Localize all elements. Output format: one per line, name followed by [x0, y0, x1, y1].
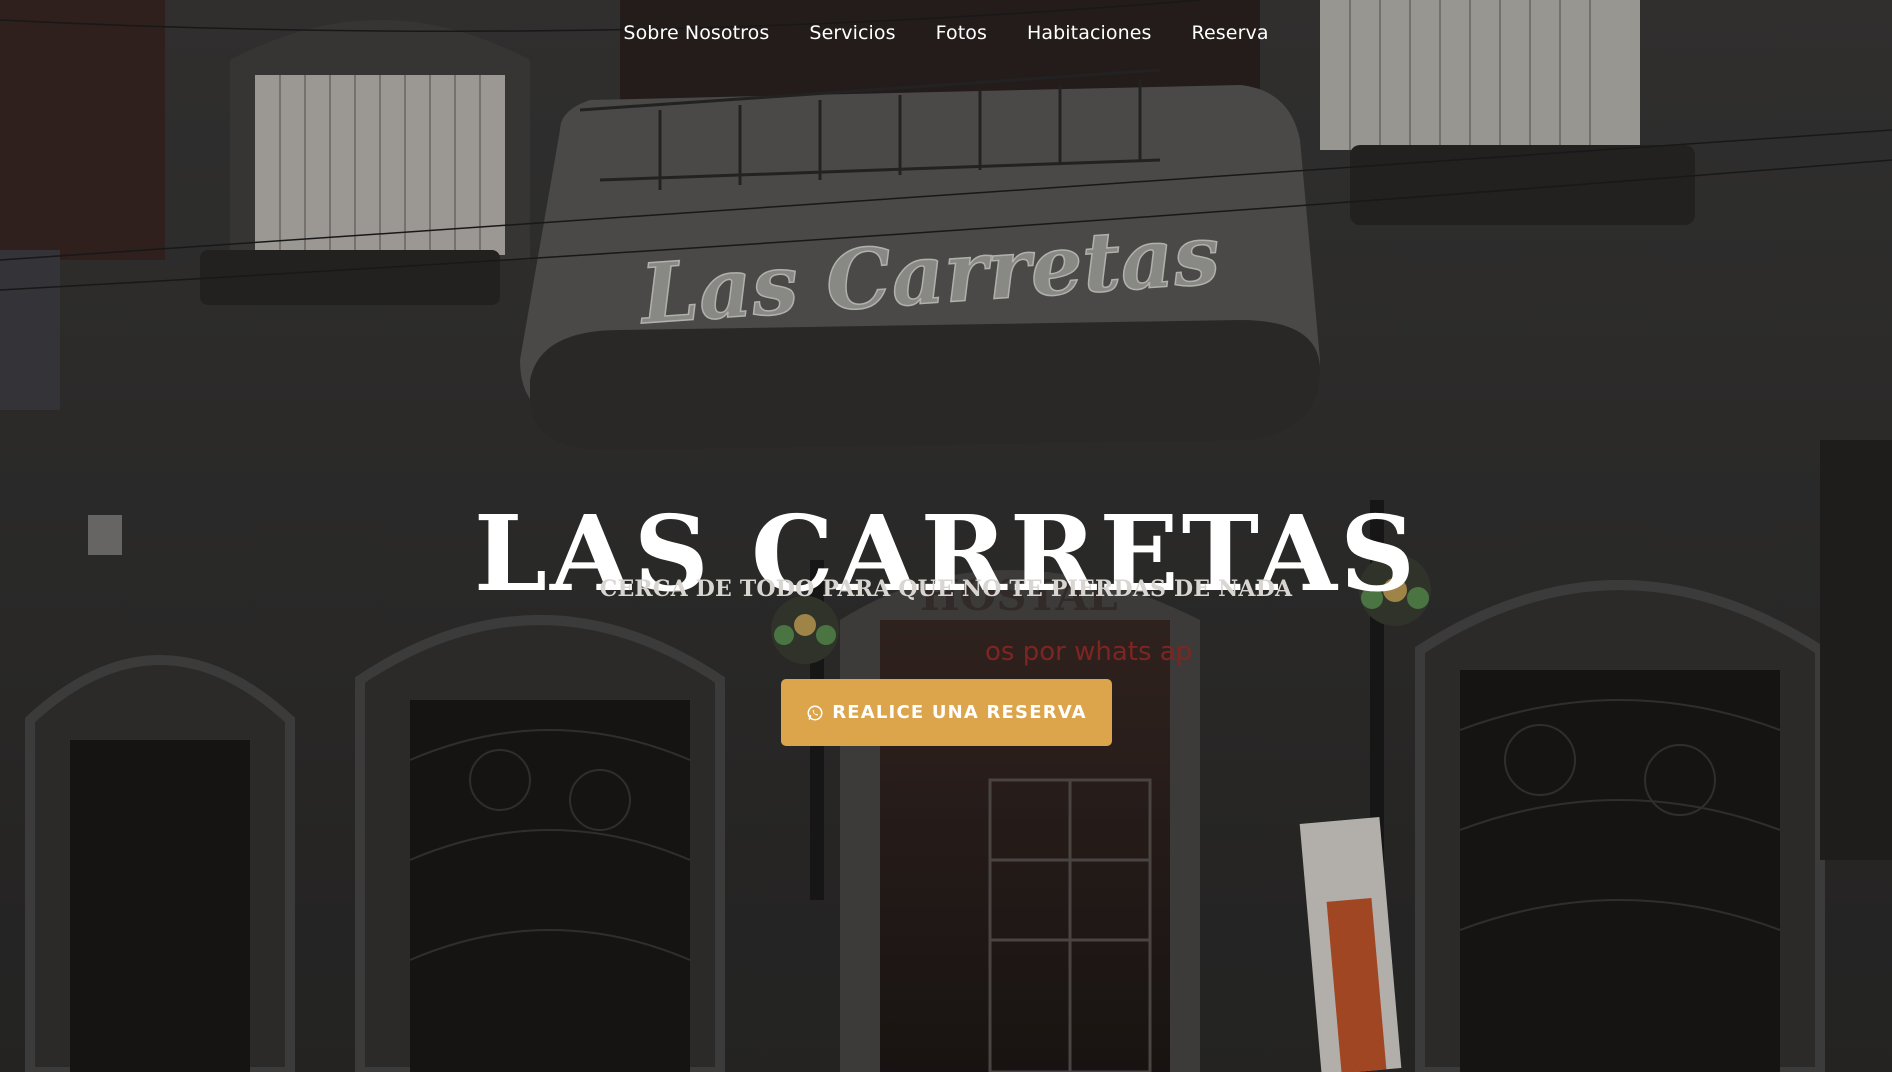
- nav-item-habitaciones[interactable]: Habitaciones: [1027, 22, 1152, 44]
- nav-item-servicios[interactable]: Servicios: [809, 22, 895, 44]
- main-nav: Sobre Nosotros Servicios Fotos Habitacio…: [0, 22, 1892, 44]
- hero-subtitle: CERCA DE TODO PARA QUE NO TE PIERDAS DE …: [599, 576, 1293, 602]
- reserve-button[interactable]: REALICE UNA RESERVA: [781, 679, 1112, 746]
- nav-item-sobre-nosotros[interactable]: Sobre Nosotros: [623, 22, 769, 44]
- nav-item-reserva[interactable]: Reserva: [1192, 22, 1269, 44]
- whatsapp-icon: [807, 705, 823, 720]
- nav-item-fotos[interactable]: Fotos: [936, 22, 987, 44]
- hero-section: Las Carretas: [0, 0, 1892, 1072]
- reserve-button-label: REALICE UNA RESERVA: [832, 702, 1087, 723]
